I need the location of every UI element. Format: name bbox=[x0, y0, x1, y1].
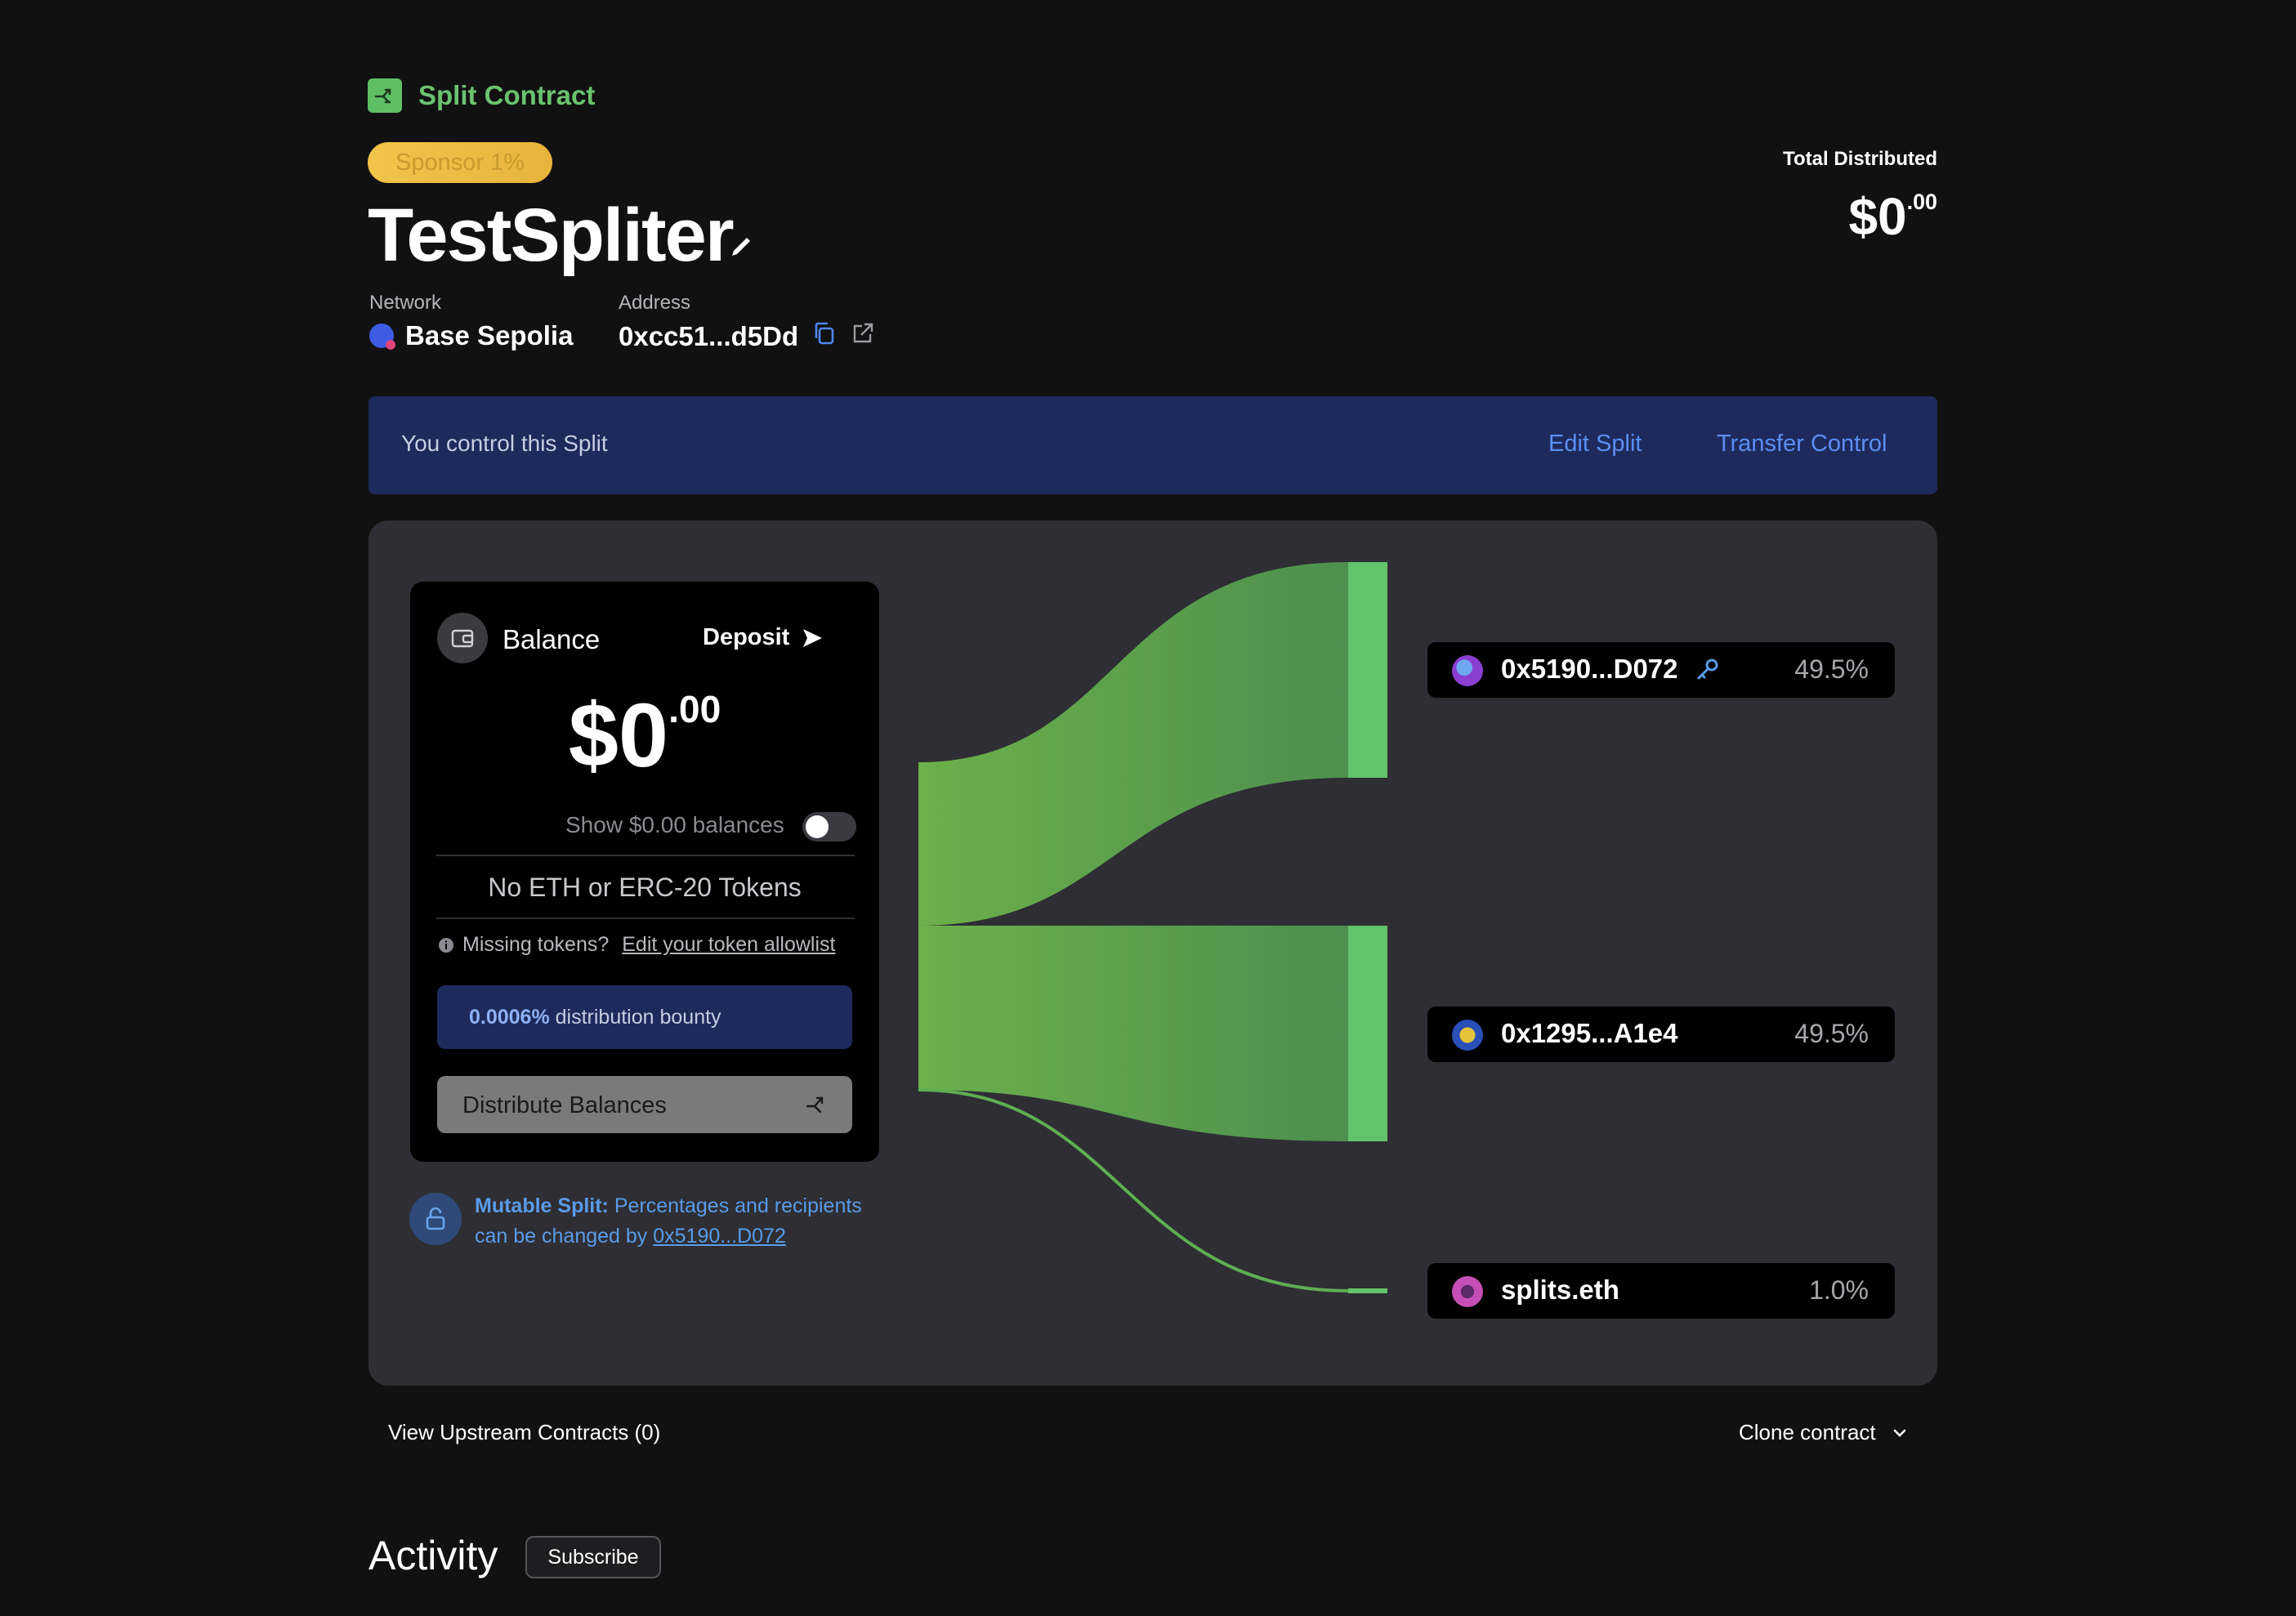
address-value: 0xcc51...d5Dd bbox=[619, 320, 875, 353]
recipient-address: splits.eth bbox=[1501, 1274, 1619, 1305]
brand: Split Contract bbox=[368, 78, 595, 113]
split-contract-icon bbox=[368, 78, 402, 113]
flow-bar-recipient-2 bbox=[1348, 926, 1387, 1141]
distribute-balances-button[interactable]: Distribute Balances bbox=[437, 1076, 852, 1133]
show-zero-balances-label: Show $0.00 balances bbox=[565, 812, 784, 837]
distribute-balances-label: Distribute Balances bbox=[462, 1092, 667, 1118]
flow-bar-recipient-1 bbox=[1348, 562, 1387, 778]
deposit-label: Deposit bbox=[703, 624, 790, 650]
key-icon bbox=[1697, 658, 1718, 680]
subscribe-button[interactable]: Subscribe bbox=[525, 1536, 661, 1578]
external-link-icon[interactable] bbox=[851, 321, 875, 352]
mutable-split-title: Mutable Split: bbox=[475, 1194, 609, 1217]
distribution-flow-diagram bbox=[918, 562, 1387, 1293]
recipient-address: 0x5190...D072 bbox=[1501, 654, 1678, 684]
flow-band-recipient-1 bbox=[918, 562, 1348, 926]
control-banner: You control this Split Edit Split Transf… bbox=[369, 396, 1937, 494]
view-upstream-contracts-button[interactable]: View Upstream Contracts (0) bbox=[388, 1420, 660, 1445]
unlock-icon bbox=[409, 1193, 462, 1245]
address-label: Address bbox=[619, 292, 691, 314]
transfer-control-link[interactable]: Transfer Control bbox=[1717, 431, 1887, 458]
edit-split-link[interactable]: Edit Split bbox=[1548, 431, 1642, 458]
avatar bbox=[1452, 1020, 1483, 1051]
distribution-bounty-box: 0.0006% distribution bounty bbox=[437, 985, 852, 1049]
page-title: TestSpliter bbox=[368, 194, 735, 277]
recipient-address: 0x1295...A1e4 bbox=[1501, 1018, 1678, 1048]
clone-contract-dropdown[interactable]: Clone contract bbox=[1739, 1420, 1909, 1445]
info-icon bbox=[439, 937, 453, 953]
balance-title: Balance bbox=[503, 624, 601, 654]
clone-contract-label: Clone contract bbox=[1739, 1420, 1876, 1444]
base-network-icon bbox=[369, 324, 395, 350]
total-distributed-label: Total Distributed bbox=[1783, 148, 1937, 170]
address-text: 0xcc51...d5Dd bbox=[619, 321, 799, 351]
controller-address-link[interactable]: 0x5190...D072 bbox=[653, 1225, 786, 1248]
toggle-knob bbox=[806, 815, 829, 838]
flow-band-recipient-2 bbox=[918, 926, 1348, 1141]
balance-panel: Balance Deposit $0.00 Show $0.00 balance… bbox=[410, 582, 879, 1162]
missing-tokens-note: Missing tokens? Edit your token allowlis… bbox=[438, 933, 835, 957]
pencil-icon[interactable] bbox=[727, 233, 755, 265]
copy-icon[interactable] bbox=[811, 320, 838, 353]
balance-amount: $0.00 bbox=[410, 684, 879, 788]
show-zero-balances-toggle[interactable] bbox=[802, 812, 856, 841]
split-arrow-icon bbox=[806, 1096, 824, 1114]
network-value: Base Sepolia bbox=[369, 320, 573, 351]
control-banner-text: You control this Split bbox=[401, 431, 608, 456]
balance-whole: $0 bbox=[568, 685, 669, 786]
divider bbox=[436, 855, 855, 856]
avatar bbox=[1452, 1276, 1483, 1307]
recipient-row[interactable]: 0x1295...A1e4 49.5% bbox=[1427, 1007, 1895, 1062]
network-label: Network bbox=[369, 292, 442, 314]
activity-heading: Activity bbox=[369, 1533, 498, 1578]
chevron-down-icon bbox=[1893, 1429, 1905, 1437]
brand-label: Split Contract bbox=[418, 80, 596, 110]
send-icon bbox=[803, 628, 823, 647]
deposit-button[interactable]: Deposit bbox=[703, 624, 824, 651]
missing-tokens-text: Missing tokens? bbox=[462, 933, 610, 956]
sponsor-badge[interactable]: Sponsor 1% bbox=[368, 142, 552, 183]
empty-tokens-text: No ETH or ERC-20 Tokens bbox=[488, 873, 802, 902]
wallet-icon bbox=[437, 613, 488, 663]
network-name: Base Sepolia bbox=[405, 320, 574, 350]
recipient-percent: 49.5% bbox=[1794, 654, 1869, 684]
recipient-percent: 1.0% bbox=[1809, 1275, 1869, 1305]
recipient-row[interactable]: 0x5190...D072 49.5% bbox=[1427, 642, 1895, 698]
divider bbox=[436, 917, 855, 919]
total-whole: $0 bbox=[1848, 187, 1907, 246]
mutable-split-note: Mutable Split: Percentages and recipient… bbox=[475, 1191, 891, 1252]
edit-token-allowlist-link[interactable]: Edit your token allowlist bbox=[622, 933, 835, 957]
bounty-label: distribution bounty bbox=[549, 1006, 721, 1029]
recipient-percent: 49.5% bbox=[1794, 1019, 1869, 1048]
bounty-percent: 0.0006% bbox=[469, 1006, 550, 1029]
bounty-text: 0.0006% distribution bounty bbox=[469, 1006, 721, 1029]
flow-bar-recipient-3 bbox=[1348, 1288, 1387, 1293]
total-cents: .00 bbox=[1906, 190, 1937, 214]
avatar bbox=[1452, 655, 1483, 686]
balance-cents: .00 bbox=[668, 688, 721, 730]
total-distributed-value: $0.00 bbox=[1798, 186, 1937, 247]
recipient-row[interactable]: splits.eth 1.0% bbox=[1427, 1263, 1895, 1319]
